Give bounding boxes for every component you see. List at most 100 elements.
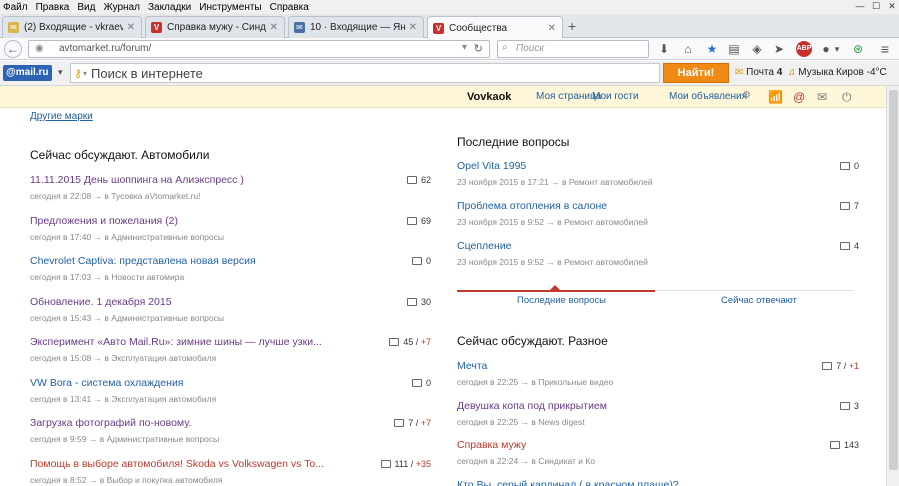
- topic-link[interactable]: Кто Вы, серый кардинал ( в красном плаще…: [457, 479, 679, 486]
- power-icon[interactable]: ⏻: [842, 90, 852, 105]
- find-button[interactable]: Найти!: [663, 63, 729, 83]
- menu-item[interactable]: Файл: [3, 2, 28, 13]
- weather-link[interactable]: Киров -4°С: [836, 67, 887, 78]
- topic-link[interactable]: Обновление. 1 декабря 2015: [30, 296, 224, 308]
- menu-item[interactable]: Справка: [270, 2, 309, 13]
- gear-icon[interactable]: ⚙: [742, 90, 751, 101]
- list-item: VW Bora - система охлаждения сегодня в 13…: [30, 377, 216, 404]
- topic-link[interactable]: Мечта: [457, 360, 613, 372]
- menu-item[interactable]: Инструменты: [199, 2, 261, 13]
- comment-count[interactable]: 7 / +1: [789, 361, 859, 371]
- comment-count[interactable]: 3: [789, 401, 859, 411]
- my-guests-link[interactable]: Мои гости: [592, 91, 639, 102]
- topic-meta: сегодня в 15:43 → в Административные воп…: [30, 312, 224, 323]
- download-icon[interactable]: ⬇: [657, 41, 671, 57]
- topic-link[interactable]: Opel Vita 1995: [457, 160, 653, 172]
- home-icon[interactable]: ⌂: [681, 41, 695, 57]
- count-value: 7: [853, 201, 859, 211]
- comment-count[interactable]: 111 / +35: [361, 459, 431, 469]
- mail-label: Почта: [746, 67, 774, 78]
- count-separator: /: [841, 361, 849, 371]
- topic-link[interactable]: Эксперимент «Авто Mail.Ru»: зимние шины …: [30, 336, 322, 348]
- tab-latest-questions[interactable]: Последние вопросы: [517, 295, 606, 306]
- comment-bubble-icon: [839, 401, 850, 410]
- mailru-logo[interactable]: @mail.ru: [3, 65, 52, 81]
- maximize-icon[interactable]: ☐: [869, 0, 883, 12]
- topic-link[interactable]: Справка мужу: [457, 439, 595, 451]
- menu-item[interactable]: Журнал: [103, 2, 140, 13]
- comment-count[interactable]: 143: [789, 440, 859, 450]
- topic-meta: сегодня в 22:25 → в Прикольные видео: [457, 377, 614, 387]
- bookmarks-list-icon[interactable]: ▤: [727, 41, 741, 57]
- minimize-icon[interactable]: —: [853, 0, 867, 12]
- mail-link[interactable]: ✉ Почта 4: [735, 67, 782, 78]
- close-tab-icon[interactable]: ✕: [127, 22, 135, 33]
- at-icon[interactable]: @: [793, 90, 805, 104]
- topic-link[interactable]: Chevrolet Captiva: представлена новая ве…: [30, 255, 256, 267]
- comment-count[interactable]: 30: [361, 297, 431, 307]
- grammarly-icon[interactable]: ⊛: [851, 41, 865, 57]
- browser-tab-communities[interactable]: V Сообщества ✕: [427, 16, 563, 39]
- scrollbar-thumb[interactable]: [889, 90, 898, 470]
- browser-tab-inbox-mailru[interactable]: ✉ (2) Входящие - vkraev1980... ✕: [2, 16, 142, 38]
- questions-tabs: Последние вопросы Сейчас отвечают: [457, 285, 854, 314]
- dropdown-arrow-icon[interactable]: ▾: [832, 41, 842, 57]
- topic-link[interactable]: 11.11.2015 День шоппинга на Алиэкспресс …: [30, 174, 244, 186]
- shield-icon[interactable]: ◈: [750, 41, 764, 57]
- bookmark-star-icon[interactable]: ★: [705, 41, 719, 57]
- comment-count[interactable]: 0: [361, 378, 431, 388]
- address-bar[interactable]: ◉ avtomarket.ru/forum/ ▾ ↻: [28, 40, 490, 58]
- count-value: 30: [420, 296, 431, 307]
- topic-link[interactable]: Проблема отопления в салоне: [457, 200, 648, 212]
- browser-search-box[interactable]: ⌕ Поиск: [497, 40, 649, 58]
- close-tab-icon[interactable]: ✕: [548, 23, 556, 34]
- navigation-bar: ← ◉ avtomarket.ru/forum/ ▾ ↻ ⌕ Поиск ⬇ ⌂…: [0, 38, 899, 60]
- my-ads-link[interactable]: Мои объявления: [669, 91, 747, 102]
- username[interactable]: Vovkaok: [467, 91, 511, 103]
- close-tab-icon[interactable]: ✕: [270, 22, 278, 33]
- topic-link[interactable]: Помощь в выборе автомобиля! Skoda vs Vol…: [30, 458, 324, 470]
- comment-count[interactable]: 62: [361, 175, 431, 185]
- menu-item[interactable]: Правка: [36, 2, 70, 13]
- comment-count[interactable]: 69: [361, 216, 431, 226]
- topic-meta: 23 ноября 2015 в 17:21 → в Ремонт автомо…: [457, 177, 653, 187]
- close-tab-icon[interactable]: ✕: [409, 22, 417, 33]
- back-arrow-icon[interactable]: ←: [4, 40, 22, 58]
- send-icon[interactable]: ➤: [772, 41, 786, 57]
- comment-count[interactable]: 4: [789, 241, 859, 251]
- dropdown-arrow-icon[interactable]: ▾: [462, 42, 467, 53]
- chat-icon[interactable]: ●: [819, 41, 833, 57]
- comment-count[interactable]: 7 / +7: [361, 418, 431, 428]
- browser-tab-spravka[interactable]: V Справка мужу - Синдикат... ✕: [145, 16, 285, 38]
- adblock-icon[interactable]: ABP: [796, 41, 812, 57]
- hamburger-menu-icon[interactable]: ≡: [878, 41, 892, 57]
- topic-link[interactable]: VW Bora - система охлаждения: [30, 377, 216, 389]
- page-scrollbar[interactable]: [886, 86, 899, 486]
- chevron-down-icon[interactable]: ▾: [58, 67, 63, 78]
- other-brands-link[interactable]: Другие марки: [30, 111, 93, 122]
- comment-count[interactable]: 7: [789, 201, 859, 211]
- topic-link[interactable]: Предложения и пожелания (2): [30, 215, 224, 227]
- list-item: Кто Вы, серый кардинал ( в красном плаще…: [457, 479, 679, 486]
- antenna-icon[interactable]: 📶: [768, 90, 783, 104]
- internet-search-input[interactable]: ⚷ ▾ Поиск в интернете: [70, 63, 660, 83]
- music-link[interactable]: ♫ Музыка: [788, 67, 834, 78]
- topic-link[interactable]: Девушка копа под прикрытием: [457, 400, 607, 412]
- new-tab-icon[interactable]: +: [568, 18, 576, 34]
- list-item: Chevrolet Captiva: представлена новая ве…: [30, 255, 256, 282]
- tab-answering-now[interactable]: Сейчас отвечают: [721, 295, 797, 306]
- count-value: 111: [394, 458, 409, 469]
- topic-link[interactable]: Загрузка фотографий по-новому.: [30, 417, 219, 429]
- menu-item[interactable]: Закладки: [148, 2, 191, 13]
- comment-count[interactable]: 0: [789, 161, 859, 171]
- close-icon[interactable]: ✕: [885, 0, 899, 12]
- reload-icon[interactable]: ↻: [474, 42, 483, 55]
- topic-link[interactable]: Сцепление: [457, 240, 648, 252]
- envelope-icon[interactable]: ✉: [817, 90, 827, 104]
- comment-count[interactable]: 0: [361, 256, 431, 266]
- menu-item[interactable]: Вид: [77, 2, 95, 13]
- topic-meta: 23 ноября 2015 в 9:52 → в Ремонт автомоб…: [457, 217, 648, 227]
- browser-tab-yandex-inbox[interactable]: ✉ 10 · Входящие — Яндекс.... ✕: [288, 16, 424, 38]
- comment-count[interactable]: 45 / +7: [361, 337, 431, 347]
- chevron-down-icon[interactable]: ▾: [83, 69, 87, 78]
